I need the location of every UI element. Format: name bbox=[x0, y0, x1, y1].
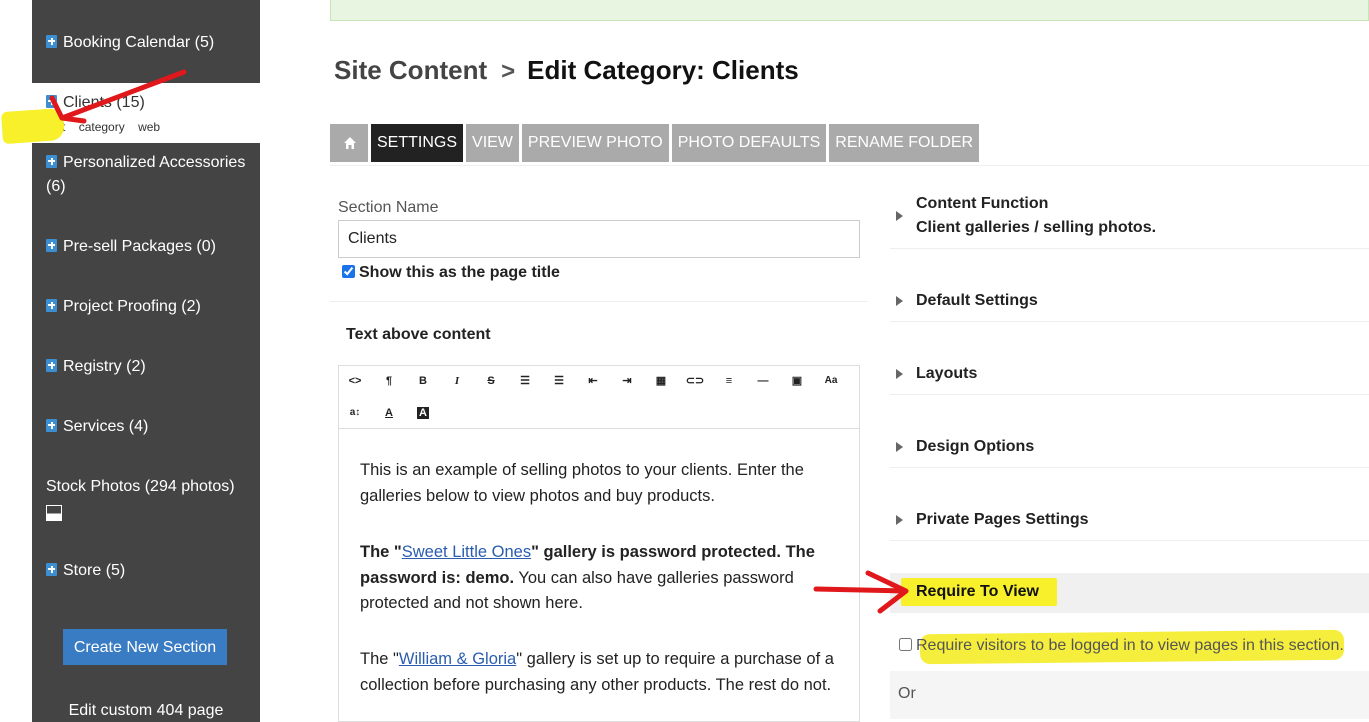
annotation-arrow-icon bbox=[813, 570, 909, 614]
